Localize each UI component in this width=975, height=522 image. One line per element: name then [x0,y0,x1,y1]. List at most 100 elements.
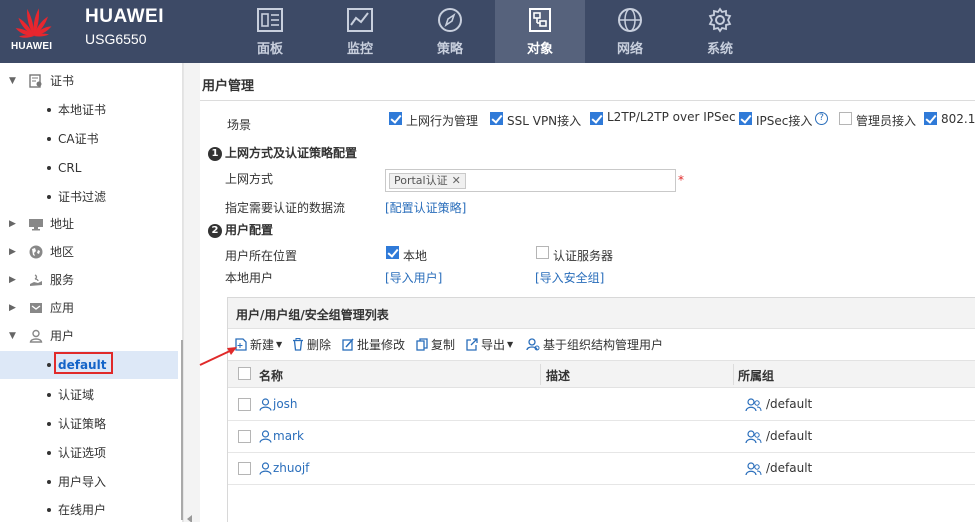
scene-checkbox-l2tp[interactable] [590,112,603,125]
import-users-link[interactable]: [导入用户] [385,269,442,286]
sidebar-splitter[interactable] [183,63,200,522]
scene-label-8021x: 802.1x [941,112,975,126]
sidebar-item-auth-options[interactable]: 认证选项 [0,439,178,467]
nav-system[interactable]: 系统 [675,0,765,63]
column-separator[interactable] [540,364,541,385]
nav-dashboard[interactable]: 面板 [225,0,315,63]
sidebar-group-application[interactable]: ▶ 应用 [0,294,178,322]
new-label: 新建 [250,338,275,352]
bullet [47,393,51,397]
nav-policy[interactable]: 策略 [405,0,495,63]
location-server-checkbox[interactable] [536,246,549,259]
org-manage-button[interactable]: 基于组织结构管理用户 [526,336,674,354]
nav-label: 系统 [706,42,733,57]
object-icon [529,8,551,32]
sidebar-group-region[interactable]: ▶ 地区 [0,238,178,266]
scene-checkbox-admin[interactable] [839,112,852,125]
auth-flow-label: 指定需要认证的数据流 [225,201,346,215]
sidebar-group-certificate[interactable]: ▼ 证书 [0,67,178,95]
location-local-label: 本地 [403,249,428,263]
sidebar-group-service[interactable]: ▶ 服务 [0,266,178,294]
sidebar-label: CA证书 [58,132,99,146]
scene-checkbox-web[interactable] [389,112,402,125]
tag-label: Portal认证 [394,174,448,187]
user-name: josh [273,397,298,411]
scene-label-admin: 管理员接入 [856,114,917,128]
annotation-arrow-icon [199,347,237,366]
certificate-icon [29,74,42,88]
column-description[interactable]: 描述 [546,367,570,384]
expanded-arrow-icon[interactable]: ▼ [9,67,16,95]
main-content: 用户管理 场景 上网行为管理 SSL VPN接入 L2TP/L2TP over … [200,63,975,522]
table-row[interactable]: zhuojf /default [228,453,975,485]
delete-button[interactable]: 删除 [292,336,337,354]
expanded-arrow-icon[interactable]: ▼ [9,322,16,350]
collapsed-arrow-icon[interactable]: ▶ [9,210,16,238]
collapsed-arrow-icon[interactable]: ▶ [9,266,16,294]
scene-label-sslvpn: SSL VPN接入 [507,114,582,128]
scene-checkbox-ipsec[interactable] [739,112,752,125]
collapsed-arrow-icon[interactable]: ▶ [9,238,16,266]
section-access-auth: 1 上网方式及认证策略配置 [208,144,357,161]
column-group[interactable]: 所属组 [738,367,774,384]
column-name[interactable]: 名称 [259,367,283,384]
delete-label: 删除 [307,338,332,352]
sidebar-group-address[interactable]: ▶ 地址 [0,210,178,238]
table-row[interactable]: josh /default [228,389,975,421]
nav-network[interactable]: 网络 [585,0,675,63]
tag-close-icon[interactable]: ✕ [452,174,461,187]
sidebar-item-local-cert[interactable]: 本地证书 [0,96,178,124]
row-checkbox[interactable] [238,430,251,443]
section-user-config: 2 用户配置 [208,221,273,238]
bullet [47,451,51,455]
bullet [47,508,51,512]
bullet [47,166,51,170]
export-button[interactable]: 导出 ▼ [466,336,516,354]
required-marker: * [678,173,684,187]
sidebar-item-auth-policy[interactable]: 认证策略 [0,410,178,438]
access-method-field[interactable]: Portal认证 ✕ [385,169,676,192]
sidebar-group-user[interactable]: ▼ 用户 [0,322,178,350]
globe-icon [618,8,642,32]
copy-button[interactable]: 复制 [416,336,458,354]
row-checkbox[interactable] [238,398,251,411]
huawei-logo[interactable]: HUAWEI [0,0,68,63]
new-button[interactable]: 新建 ▼ [235,336,283,354]
nav-label: 策略 [436,42,463,57]
sidebar-item-user-import[interactable]: 用户导入 [0,468,178,496]
scene-label-web: 上网行为管理 [406,114,479,128]
sidebar-item-online-users[interactable]: 在线用户 [0,496,178,522]
nav-object[interactable]: 对象 [495,0,585,63]
bullet [47,108,51,112]
column-separator[interactable] [733,364,734,385]
sidebar-item-auth-domain[interactable]: 认证域 [0,381,178,409]
bullet [47,137,51,141]
row-checkbox[interactable] [238,462,251,475]
sidebar-item-ca-cert[interactable]: CA证书 [0,125,178,153]
collapsed-arrow-icon[interactable]: ▶ [9,294,16,322]
brand-name: HUAWEI [85,6,164,27]
select-all-checkbox[interactable] [238,367,251,380]
batch-edit-button[interactable]: 批量修改 [342,336,410,354]
device-model: USG6550 [85,31,147,47]
sidebar-item-cert-filter[interactable]: 证书过滤 [0,183,178,211]
sidebar-item-crl[interactable]: CRL [0,154,178,182]
section-title: 用户配置 [225,223,274,237]
copy-icon [416,338,428,351]
sidebar-label: 认证选项 [58,446,107,460]
scene-checkbox-sslvpn[interactable] [490,112,503,125]
config-auth-policy-link[interactable]: [配置认证策略] [385,199,466,216]
user-icon [259,430,272,443]
location-local-checkbox[interactable] [386,246,399,259]
scene-checkbox-8021x[interactable] [924,112,937,125]
panel-title: 用户/用户组/安全组管理列表 [236,308,389,322]
sidebar: ▼ 证书 本地证书 CA证书 CRL 证书过滤 ▶ 地址 ▶ 地区 ▶ 服务 ▶… [0,63,183,522]
collapse-arrow-icon[interactable] [187,515,192,522]
nav-label: 网络 [616,42,643,57]
sidebar-label: 地址 [50,217,75,231]
nav-monitor[interactable]: 监控 [315,0,405,63]
sidebar-label: 本地证书 [58,103,107,117]
table-row[interactable]: mark /default [228,421,975,453]
help-icon[interactable]: ? [815,112,828,125]
import-security-groups-link[interactable]: [导入安全组] [535,269,604,286]
